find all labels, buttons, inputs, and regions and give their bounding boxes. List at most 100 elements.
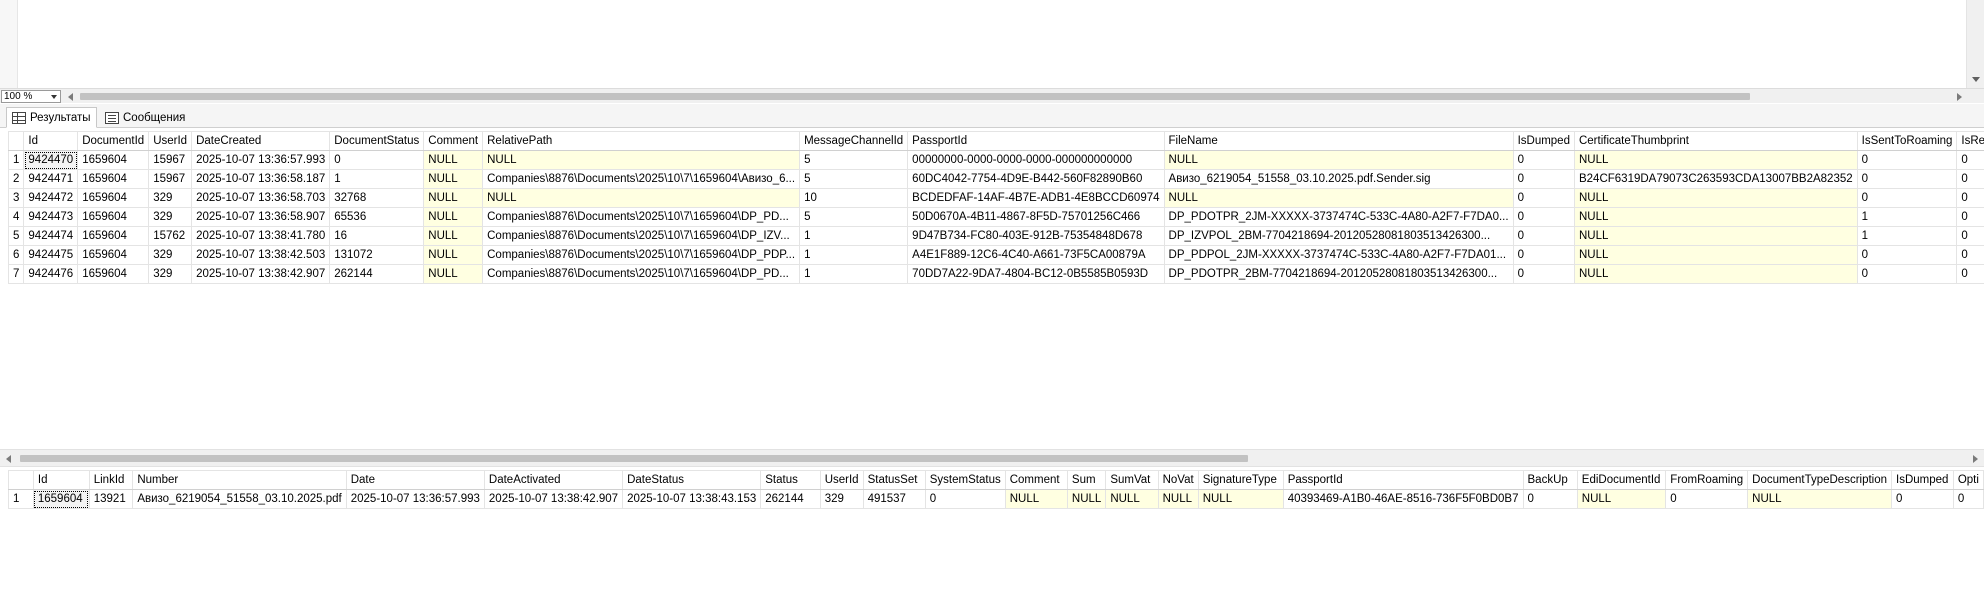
table-row[interactable]: 1 1659604 13921 Авизо_6219054_51558_03.10.2… (8, 489, 1984, 509)
editor-horizontal-scrollbar[interactable] (64, 90, 1966, 103)
table-cell[interactable]: 5 (799, 207, 909, 227)
table-cell[interactable]: 0 (1512, 207, 1575, 227)
table-row[interactable]: 5 9424474 1659604 15762 2025-10-07 13:38:41.… (7, 226, 1984, 246)
results-table-2[interactable]: Id LinkId Number Date DateActivated DateStatu… (8, 470, 1984, 509)
table-cell[interactable]: 9D47B734-FC80-403E-912B-75354848D678 (907, 226, 1165, 246)
column-header[interactable]: Comment (423, 131, 484, 151)
table-cell[interactable]: 262144 (760, 489, 821, 509)
table-row[interactable]: 3 9424472 1659604 329 2025-10-07 13:36:58.70… (7, 188, 1984, 208)
table-cell[interactable]: 60DC4042-7754-4D9E-B442-560F82890B60 (907, 169, 1165, 189)
table-cell[interactable]: 329 (148, 188, 193, 208)
scroll-right-icon[interactable] (1973, 455, 1978, 463)
row-number[interactable]: 5 (7, 226, 25, 246)
query-editor[interactable] (0, 0, 1984, 88)
scroll-left-icon[interactable] (6, 455, 11, 463)
table-cell[interactable]: 5 (799, 169, 909, 189)
column-header[interactable]: Opti (1952, 470, 1984, 490)
column-header[interactable]: SystemStatus (924, 470, 1006, 490)
tab-results[interactable]: Результаты (6, 107, 97, 128)
table-cell[interactable]: 0 (1856, 245, 1958, 265)
table-cell[interactable]: 16 (329, 226, 425, 246)
table-cell[interactable]: NULL (1197, 489, 1284, 509)
table-cell[interactable]: 2025-10-07 13:36:57.993 (191, 150, 331, 170)
table-row[interactable]: 6 9424475 1659604 329 2025-10-07 13:38:42.50… (7, 245, 1984, 265)
table-row[interactable]: 2 9424471 1659604 15967 2025-10-07 13:36:58.… (7, 169, 1984, 189)
table-cell[interactable]: 0 (1956, 169, 1984, 189)
table-cell[interactable]: 15967 (148, 150, 193, 170)
column-header[interactable]: UserId (148, 131, 193, 151)
table-cell[interactable]: 0 (1856, 264, 1958, 284)
table-cell[interactable]: 0 (1956, 226, 1984, 246)
table-cell[interactable]: Авизо_6219054_51558_03.10.2025.pdf.Sende… (1163, 169, 1514, 189)
table-cell[interactable]: 1659604 (77, 264, 150, 284)
table-cell[interactable]: 1 (799, 245, 909, 265)
table-cell[interactable]: 1659604 (77, 245, 150, 265)
table-cell[interactable]: 2025-10-07 13:36:57.993 (345, 489, 485, 509)
column-header[interactable]: PassportId (907, 131, 1165, 151)
table-cell[interactable]: 0 (1512, 150, 1575, 170)
column-header[interactable]: IsRece (1956, 131, 1984, 151)
table-cell[interactable]: DP_PDOTPR_2BM-7704218694-201205280818035… (1163, 264, 1514, 284)
row-number[interactable]: 1 (8, 489, 34, 509)
table-cell[interactable]: A4E1F889-12C6-4C40-A661-73F5CA00879A (907, 245, 1165, 265)
table-cell[interactable]: NULL (423, 169, 484, 189)
column-header[interactable]: IsSentToRoaming (1856, 131, 1958, 151)
table-cell[interactable]: 0 (924, 489, 1006, 509)
table-cell[interactable]: NULL (1004, 489, 1068, 509)
table-cell[interactable]: 131072 (329, 245, 425, 265)
table-cell[interactable]: Авизо_6219054_51558_03.10.2025.pdf (132, 489, 347, 509)
table-cell[interactable]: 0 (1856, 150, 1958, 170)
table-cell[interactable]: NULL (1105, 489, 1159, 509)
column-header[interactable]: Id (23, 131, 79, 151)
column-header[interactable]: IsDumped (1512, 131, 1575, 151)
table-cell[interactable]: BCDEDFAF-14AF-4B7E-ADB1-4E8BCCD60974 (907, 188, 1165, 208)
table-cell[interactable]: NULL (423, 150, 484, 170)
table-cell[interactable]: 491537 (862, 489, 926, 509)
column-header[interactable]: IsDumped (1891, 470, 1954, 490)
table-cell[interactable]: Companies\8876\Documents\2025\10\7\16596… (482, 245, 801, 265)
column-header[interactable]: Number (132, 470, 347, 490)
table-cell[interactable]: NULL (1747, 489, 1893, 509)
table-cell[interactable]: NULL (482, 150, 801, 170)
row-number[interactable]: 1 (7, 150, 25, 170)
row-number[interactable]: 6 (7, 245, 25, 265)
column-header[interactable]: PassportId (1282, 470, 1524, 490)
table-cell[interactable]: 2025-10-07 13:36:58.187 (191, 169, 331, 189)
table-cell[interactable]: 2025-10-07 13:36:58.907 (191, 207, 331, 227)
table-cell[interactable]: 0 (1956, 150, 1984, 170)
table-cell[interactable]: 2025-10-07 13:38:42.503 (191, 245, 331, 265)
column-header[interactable]: CertificateThumbprint (1573, 131, 1858, 151)
table-row[interactable]: 7 9424476 1659604 329 2025-10-07 13:38:42.90… (7, 264, 1984, 284)
table-cell[interactable]: 9424476 (23, 264, 79, 284)
column-header[interactable]: NoVat (1157, 470, 1199, 490)
table-cell[interactable]: 1659604 (77, 207, 150, 227)
table-cell[interactable]: 50D0670A-4B11-4867-8F5D-75701256C466 (907, 207, 1165, 227)
table-cell[interactable]: 0 (1856, 169, 1958, 189)
column-header[interactable]: DateCreated (191, 131, 331, 151)
table-cell[interactable]: 0 (1512, 245, 1575, 265)
table-cell[interactable]: 0 (329, 150, 425, 170)
table-cell[interactable]: 0 (1956, 245, 1984, 265)
table-cell[interactable]: 0 (1512, 188, 1575, 208)
table-cell[interactable]: NULL (423, 264, 484, 284)
column-header[interactable]: DocumentStatus (329, 131, 425, 151)
tab-messages[interactable]: Сообщения (100, 107, 190, 128)
table-cell[interactable]: 1 (329, 169, 425, 189)
column-header[interactable]: FromRoaming (1665, 470, 1749, 490)
column-header[interactable]: SignatureType (1197, 470, 1284, 490)
table-cell[interactable]: 0 (1522, 489, 1578, 509)
table-cell[interactable]: 15762 (148, 226, 193, 246)
table-cell[interactable]: 1659604 (32, 489, 90, 509)
column-header[interactable]: Comment (1004, 470, 1068, 490)
table-cell[interactable]: 9424471 (23, 169, 79, 189)
table-cell[interactable]: NULL (423, 226, 484, 246)
table-cell[interactable]: 0 (1856, 188, 1958, 208)
table-cell[interactable]: Companies\8876\Documents\2025\10\7\16596… (482, 226, 801, 246)
table-cell[interactable]: 0 (1512, 264, 1575, 284)
table-cell[interactable]: 0 (1665, 489, 1749, 509)
table-cell[interactable]: 2025-10-07 13:38:43.153 (622, 489, 762, 509)
table-cell[interactable]: 0 (1891, 489, 1954, 509)
table-cell[interactable]: NULL (1157, 489, 1199, 509)
table-cell[interactable]: NULL (1573, 188, 1858, 208)
table-cell[interactable]: 1659604 (77, 150, 150, 170)
